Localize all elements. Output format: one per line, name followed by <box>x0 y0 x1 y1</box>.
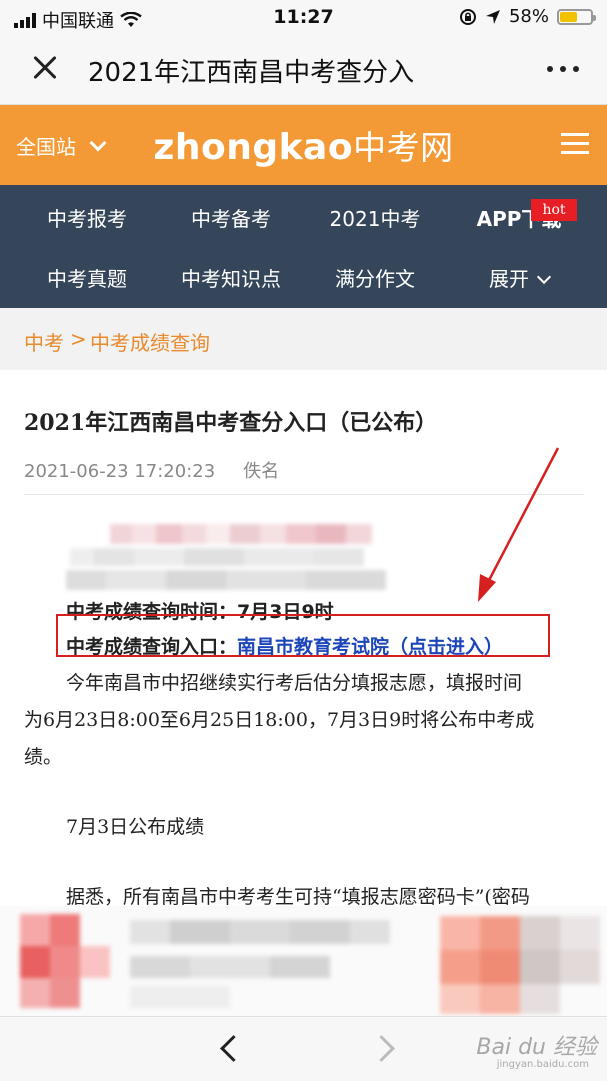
browser-nav-bar: 2021年江西南昌中考查分入 <box>0 36 607 105</box>
red-arrow-annotation <box>478 447 560 602</box>
breadcrumb-current[interactable]: 中考成绩查询 <box>90 327 210 356</box>
paragraph-1-line-3: 绩。 <box>24 746 63 768</box>
battery-percent: 58% <box>508 6 549 27</box>
nav-item-beikao[interactable]: 中考备考 <box>156 203 306 232</box>
bottom-nav-bar: Bai du 经验 jingyan.baidu.com <box>0 1016 607 1081</box>
ad-banner[interactable] <box>0 906 607 1016</box>
site-header: 全国站 zhongkao中考网 <box>0 105 607 185</box>
hamburger-menu-icon[interactable] <box>561 131 589 157</box>
logo-cn: 中考网 <box>353 128 454 167</box>
chevron-down-icon <box>536 269 552 285</box>
paragraph-1-line-2: 为6月23日8:00至6月25日18:00，7月3日9时将公布中考成 <box>24 709 535 731</box>
hot-badge: hot <box>531 199 577 221</box>
highlight-box <box>56 614 550 657</box>
nav-item-baokao[interactable]: 中考报考 <box>12 203 162 232</box>
location-icon <box>485 9 500 24</box>
blurred-ad-content <box>20 914 600 1014</box>
article-meta: 2021-06-23 17:20:23 佚名 <box>24 457 279 483</box>
nav-item-expand[interactable]: 展开 <box>444 263 594 292</box>
baidu-watermark-url: jingyan.baidu.com <box>496 1059 589 1070</box>
article-author: 佚名 <box>243 461 280 482</box>
battery-icon <box>557 8 596 25</box>
title-fade <box>440 48 490 88</box>
breadcrumb-home[interactable]: 中考 <box>24 327 64 356</box>
orientation-lock-icon <box>459 8 476 25</box>
nav-item-zuowen[interactable]: 满分作文 <box>300 263 450 292</box>
site-logo[interactable]: zhongkao中考网 <box>0 121 607 169</box>
article-date: 2021-06-23 17:20:23 <box>24 461 216 482</box>
nav-item-zhenti[interactable]: 中考真题 <box>12 263 162 292</box>
forward-arrow-icon[interactable] <box>368 1035 395 1062</box>
paragraph-3: 据悉，所有南昌市中考考生可持“填报志愿密码卡”(密码 <box>66 886 530 908</box>
nav-item-2021[interactable]: 2021中考 <box>300 203 450 232</box>
paragraph-1-line-1: 今年南昌市中招继续实行考后估分填报志愿，填报时间 <box>66 672 523 694</box>
battery-level-fill <box>560 11 578 22</box>
status-bar: 中国联通 11:27 58% <box>0 0 607 36</box>
logo-latin: zhongkao <box>153 127 354 168</box>
more-options-icon[interactable] <box>547 66 579 72</box>
close-icon[interactable] <box>28 50 64 86</box>
nav-item-zhishidian[interactable]: 中考知识点 <box>156 263 306 292</box>
paragraph-2: 7月3日公布成绩 <box>66 816 205 838</box>
page-title: 2021年江西南昌中考查分入 <box>88 58 415 88</box>
article-title: 2021年江西南昌中考查分入口（已公布） <box>24 410 438 436</box>
back-arrow-icon[interactable] <box>220 1035 247 1062</box>
status-right: 58% <box>459 6 596 27</box>
expand-label: 展开 <box>489 267 529 291</box>
category-nav: 中考报考 中考备考 2021中考 APP下载 中考真题 中考知识点 满分作文 展… <box>0 185 607 308</box>
blurred-content <box>66 524 386 590</box>
baidu-watermark: Bai du 经验 <box>476 1035 597 1060</box>
breadcrumb: 中考 > 中考成绩查询 <box>0 308 607 370</box>
breadcrumb-separator: > <box>70 327 87 351</box>
